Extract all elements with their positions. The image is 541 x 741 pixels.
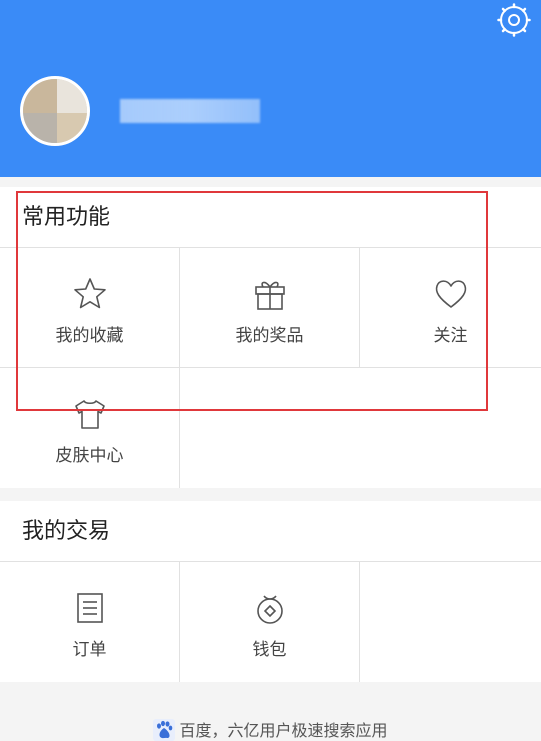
favorites-label: 我的收藏 — [55, 326, 124, 346]
common-functions-section: 常用功能 我的收藏 我的奖品 关注 皮肤中心 — [0, 187, 541, 488]
wallet-item[interactable]: 钱包 — [180, 562, 360, 682]
follow-label: 关注 — [433, 326, 468, 346]
empty-cell — [180, 368, 360, 488]
settings-icon[interactable] — [497, 3, 531, 37]
avatar[interactable] — [20, 76, 90, 146]
baidu-paw-icon — [153, 719, 176, 741]
tshirt-icon — [72, 396, 108, 432]
heart-icon — [433, 276, 469, 312]
transactions-grid: 订单 钱包 — [0, 562, 541, 682]
orders-item[interactable]: 订单 — [0, 562, 180, 682]
empty-cell — [360, 562, 541, 682]
order-list-icon — [72, 590, 108, 626]
prizes-item[interactable]: 我的奖品 — [180, 248, 360, 368]
gift-icon — [252, 276, 288, 312]
skin-center-label: 皮肤中心 — [55, 446, 124, 466]
wallet-icon — [252, 590, 288, 626]
footer: 百度，六亿用户极速搜索应用 — [0, 683, 541, 741]
skin-center-item[interactable]: 皮肤中心 — [0, 368, 180, 488]
my-transactions-section: 我的交易 订单 钱包 — [0, 501, 541, 682]
section-title-common: 常用功能 — [0, 187, 541, 248]
footer-promo[interactable]: 百度，六亿用户极速搜索应用 — [0, 717, 541, 741]
orders-label: 订单 — [72, 640, 107, 660]
prizes-label: 我的奖品 — [235, 326, 304, 346]
star-icon — [72, 276, 108, 312]
profile-header — [0, 0, 541, 177]
footer-text: 百度，六亿用户极速搜索应用 — [179, 721, 388, 740]
username-blurred[interactable] — [120, 99, 260, 123]
wallet-label: 钱包 — [252, 640, 287, 660]
common-functions-grid: 我的收藏 我的奖品 关注 皮肤中心 — [0, 248, 541, 488]
favorites-item[interactable]: 我的收藏 — [0, 248, 180, 368]
follow-item[interactable]: 关注 — [360, 248, 541, 368]
section-title-trade: 我的交易 — [0, 501, 541, 562]
